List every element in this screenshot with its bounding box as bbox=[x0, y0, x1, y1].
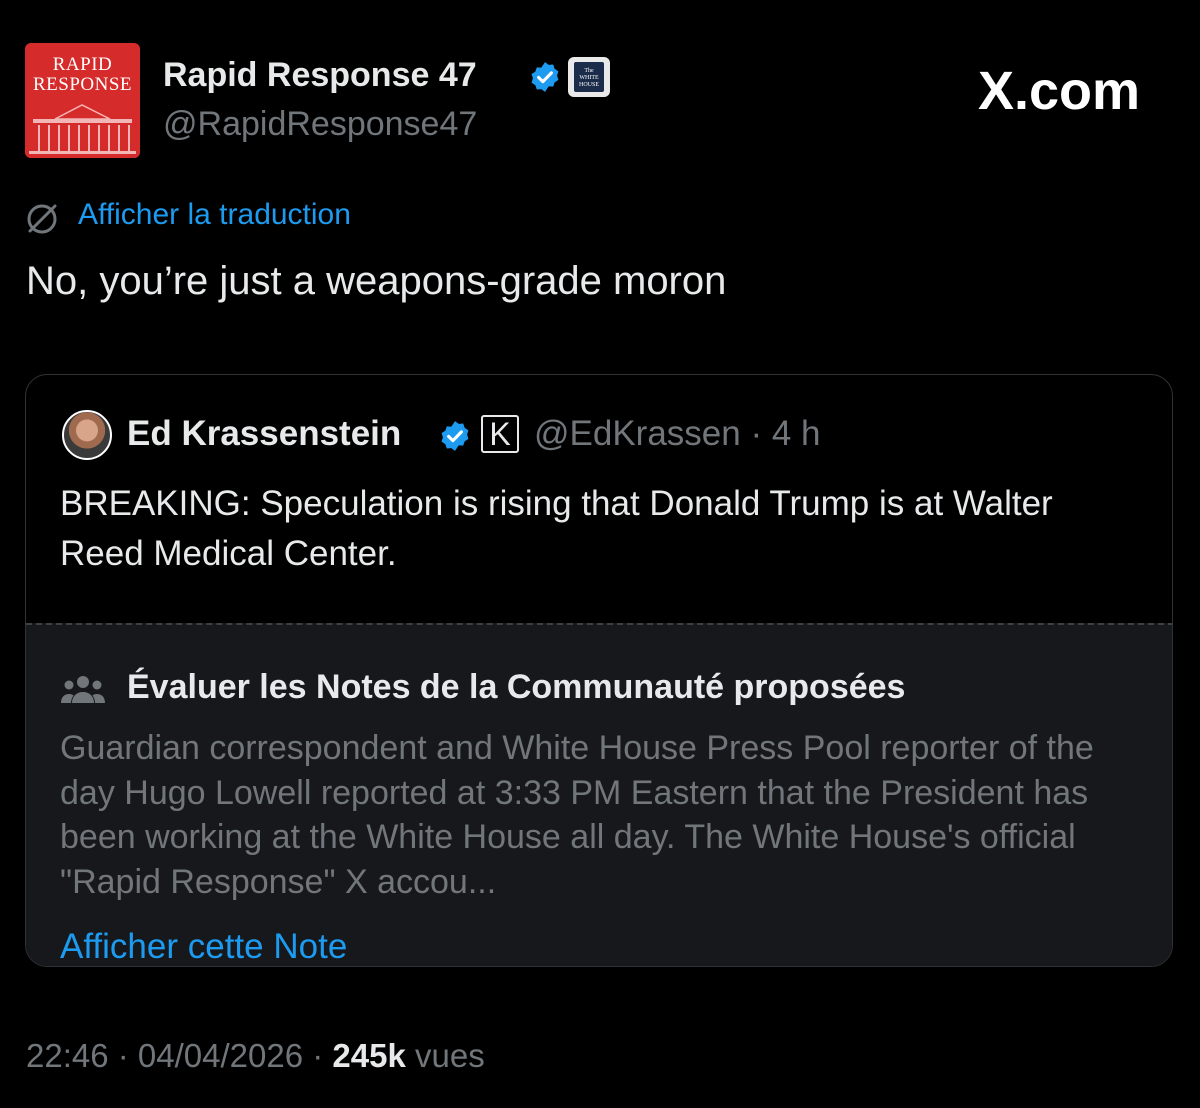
affiliation-badge[interactable]: The WHITE HOUSE bbox=[568, 57, 610, 97]
translate-globe-icon[interactable] bbox=[22, 198, 62, 238]
tweet-footer: 22:46 · 04/04/2026 · 245k vues bbox=[26, 1036, 485, 1076]
quoted-author-avatar[interactable] bbox=[62, 410, 112, 460]
community-note-body: Guardian correspondent and White House P… bbox=[60, 729, 1094, 901]
site-label: X.com bbox=[978, 61, 1141, 121]
show-translation-link[interactable]: Afficher la traduction bbox=[78, 197, 351, 233]
verified-badge-icon bbox=[441, 421, 469, 451]
verified-badge-icon bbox=[531, 62, 559, 92]
community-note-title: Évaluer les Notes de la Communauté propo… bbox=[127, 668, 906, 706]
views-label: vues bbox=[405, 1037, 485, 1074]
quoted-tweet-card[interactable]: Ed Krassenstein K @EdKrassen · 4 h BREAK… bbox=[25, 374, 1173, 967]
author-avatar[interactable]: RAPID RESPONSE bbox=[25, 43, 140, 158]
affiliation-badge-text: The WHITE HOUSE bbox=[574, 62, 604, 92]
quoted-tweet-text: BREAKING: Speculation is rising that Don… bbox=[60, 484, 1053, 573]
affiliation-k-badge[interactable]: K bbox=[481, 415, 519, 453]
avatar-logo-line1: RAPID bbox=[52, 54, 113, 75]
people-icon bbox=[61, 676, 105, 703]
quoted-handle-time[interactable]: @EdKrassen · 4 h bbox=[534, 413, 821, 455]
tweet-text: No, you’re just a weapons-grade moron bbox=[26, 259, 727, 303]
author-handle[interactable]: @RapidResponse47 bbox=[163, 104, 477, 144]
quoted-author-name[interactable]: Ed Krassenstein bbox=[127, 413, 401, 455]
white-house-illustration bbox=[25, 101, 140, 158]
author-name[interactable]: Rapid Response 47 bbox=[163, 55, 477, 95]
show-note-link[interactable]: Afficher cette Note bbox=[60, 927, 347, 966]
avatar-logo-line2: RESPONSE bbox=[32, 74, 133, 95]
community-note-section: Évaluer les Notes de la Communauté propo… bbox=[26, 623, 1172, 966]
views-count: 245k bbox=[332, 1037, 406, 1074]
timestamp-date[interactable]: 22:46 · 04/04/2026 · bbox=[26, 1037, 332, 1074]
